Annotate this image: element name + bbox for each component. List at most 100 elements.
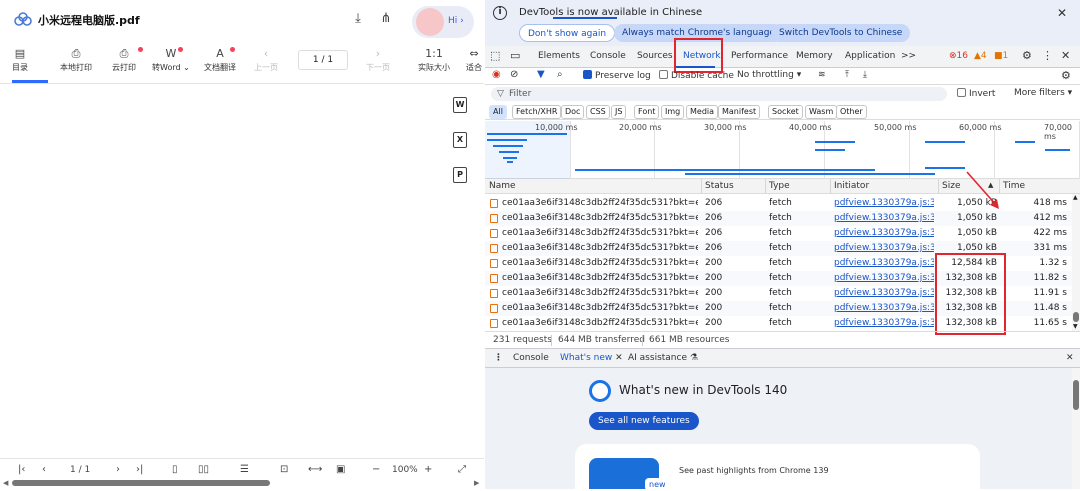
more-tabs-icon[interactable]: >> bbox=[901, 51, 916, 61]
scroll-left-icon[interactable]: ◀ bbox=[3, 479, 8, 487]
tab-sources[interactable]: Sources bbox=[637, 51, 673, 61]
record-icon[interactable]: ◉ bbox=[492, 69, 501, 80]
drawer-tab-whats-new[interactable]: What's new ✕ bbox=[560, 353, 623, 363]
tool-actual-size[interactable]: 1:1 实际大小 bbox=[418, 46, 450, 80]
cell-initiator[interactable]: pdfview.1330379a.js:38 bbox=[834, 228, 934, 238]
tool-prev-page[interactable]: ‹ 上一页 bbox=[254, 46, 278, 80]
tool-cloud-print[interactable]: ⎙ 云打印 bbox=[112, 46, 143, 80]
error-count-badge[interactable]: ⊗16 bbox=[949, 51, 968, 61]
network-conditions-icon[interactable]: ≋ bbox=[818, 70, 826, 80]
type-filter-img[interactable]: Img bbox=[661, 105, 685, 119]
cell-initiator[interactable]: pdfview.1330379a.js:38 bbox=[834, 288, 934, 298]
network-settings-gear-icon[interactable]: ⚙ bbox=[1061, 69, 1071, 82]
invert-checkbox[interactable]: Invert bbox=[957, 88, 995, 99]
column-size[interactable]: Size ▲ bbox=[942, 181, 993, 191]
type-filter-doc[interactable]: Doc bbox=[561, 105, 585, 119]
horizontal-scrollbar[interactable] bbox=[12, 480, 270, 486]
tool-toc[interactable]: ▤ 目录 bbox=[12, 46, 28, 80]
drawer-tab-console[interactable]: Console bbox=[513, 353, 549, 363]
type-filter-js[interactable]: JS bbox=[611, 105, 627, 119]
tool-to-word[interactable]: W 转Word ⌄ bbox=[152, 46, 190, 80]
preserve-log-checkbox[interactable]: Preserve log bbox=[583, 70, 651, 81]
single-page-icon[interactable]: ▯ bbox=[172, 464, 178, 475]
clear-icon[interactable]: ⊘ bbox=[510, 69, 518, 80]
page-input[interactable]: 1 / 1 bbox=[298, 50, 348, 70]
drawer-menu-icon[interactable]: ⋮ bbox=[494, 353, 503, 363]
to-excel-side-icon[interactable]: X bbox=[453, 132, 467, 148]
tab-performance[interactable]: Performance bbox=[731, 51, 788, 61]
next-page-icon[interactable]: › bbox=[116, 464, 120, 475]
actual-size-icon[interactable]: ⊡ bbox=[280, 464, 288, 475]
search-icon[interactable]: ⌕ bbox=[557, 69, 563, 80]
see-all-features-button[interactable]: See all new features bbox=[589, 412, 699, 430]
filter-funnel-icon[interactable]: ▼ bbox=[537, 69, 545, 80]
cell-initiator[interactable]: pdfview.1330379a.js:38 bbox=[834, 258, 934, 268]
type-filter-fetchxhr[interactable]: Fetch/XHR bbox=[512, 105, 562, 119]
drawer-scrollbar[interactable] bbox=[1072, 368, 1080, 489]
column-initiator[interactable]: Initiator bbox=[834, 181, 869, 191]
zoom-in-icon[interactable]: + bbox=[424, 464, 432, 475]
zoom-out-icon[interactable]: − bbox=[372, 464, 380, 475]
scroll-thumb[interactable] bbox=[1073, 312, 1079, 322]
type-filter-other[interactable]: Other bbox=[836, 105, 867, 119]
tool-fit[interactable]: ⇔ 适合 bbox=[466, 46, 482, 80]
filter-input[interactable]: ▽ Filter bbox=[491, 87, 947, 101]
type-filter-media[interactable]: Media bbox=[686, 105, 719, 119]
customize-menu-icon[interactable]: ⋮ bbox=[1042, 49, 1053, 62]
tab-memory[interactable]: Memory bbox=[796, 51, 833, 61]
more-filters-dropdown[interactable]: More filters ▾ bbox=[1014, 88, 1072, 98]
fullscreen-icon[interactable]: ⤢ bbox=[458, 464, 466, 475]
highlights-card[interactable]: new See past highlights from Chrome 139 bbox=[575, 444, 980, 491]
export-har-icon[interactable]: ⤓ bbox=[863, 70, 867, 80]
dont-show-again-button[interactable]: Don't show again bbox=[519, 24, 616, 42]
tab-console[interactable]: Console bbox=[590, 51, 626, 61]
close-tab-icon[interactable]: ✕ bbox=[615, 353, 623, 363]
scroll-right-icon[interactable]: ▶ bbox=[474, 479, 479, 487]
download-icon[interactable]: ⤓ bbox=[350, 11, 366, 27]
column-name[interactable]: Name bbox=[489, 181, 516, 191]
tool-translate[interactable]: A 文档翻译 bbox=[204, 46, 236, 80]
cell-initiator[interactable]: pdfview.1330379a.js:38 bbox=[834, 318, 934, 328]
import-har-icon[interactable]: ⤒ bbox=[845, 70, 849, 80]
drawer-scroll-thumb[interactable] bbox=[1073, 380, 1079, 410]
column-status[interactable]: Status bbox=[705, 181, 734, 191]
cell-initiator[interactable]: pdfview.1330379a.js:38 bbox=[834, 303, 934, 313]
switch-chinese-button[interactable]: Switch DevTools to Chinese bbox=[771, 24, 911, 42]
tool-print-local[interactable]: ⎙ 本地打印 bbox=[60, 46, 92, 80]
to-word-side-icon[interactable]: W bbox=[453, 97, 467, 113]
assistant-button[interactable]: Hi › bbox=[412, 6, 474, 38]
share-icon[interactable]: ⋔ bbox=[378, 11, 394, 27]
type-filter-socket[interactable]: Socket bbox=[768, 105, 803, 119]
fit-width-icon[interactable]: ⟷ bbox=[308, 464, 322, 475]
pdf-page[interactable] bbox=[0, 84, 484, 458]
inspect-element-icon[interactable]: ⬚ bbox=[490, 49, 500, 62]
first-page-icon[interactable]: |‹ bbox=[18, 464, 25, 475]
table-row[interactable]: ce01aa3e6if3148c3db2ff24f35dc531?bkt=en-… bbox=[485, 226, 1072, 241]
info-count-badge[interactable]: ■1 bbox=[994, 51, 1008, 61]
type-filter-wasm[interactable]: Wasm bbox=[805, 105, 838, 119]
double-page-icon[interactable]: ▯▯ bbox=[198, 464, 209, 475]
close-drawer-icon[interactable]: ✕ bbox=[1066, 353, 1074, 363]
cell-initiator[interactable]: pdfview.1330379a.js:38 bbox=[834, 213, 934, 223]
last-page-icon[interactable]: ›| bbox=[136, 464, 143, 475]
tab-elements[interactable]: Elements bbox=[538, 51, 580, 61]
tab-application[interactable]: Application bbox=[845, 51, 895, 61]
cell-initiator[interactable]: pdfview.1330379a.js:38 bbox=[834, 273, 934, 283]
to-ppt-side-icon[interactable]: P bbox=[453, 167, 467, 183]
cell-initiator[interactable]: pdfview.1330379a.js:38 bbox=[834, 243, 934, 253]
disable-cache-checkbox[interactable]: Disable cache bbox=[659, 70, 734, 81]
scroll-down-icon[interactable]: ▼ bbox=[1073, 323, 1078, 330]
fit-page-icon[interactable]: ▣ bbox=[336, 464, 345, 475]
prev-page-icon[interactable]: ‹ bbox=[42, 464, 46, 475]
scroll-mode-icon[interactable]: ☰ bbox=[240, 464, 249, 475]
drawer-tab-ai-assistance[interactable]: AI assistance ⚗ bbox=[628, 353, 698, 363]
cell-initiator[interactable]: pdfview.1330379a.js:38 bbox=[834, 198, 934, 208]
tool-next-page[interactable]: › 下一页 bbox=[366, 46, 390, 80]
device-toolbar-icon[interactable]: ▭ bbox=[510, 49, 520, 62]
type-filter-css[interactable]: CSS bbox=[586, 105, 610, 119]
table-row[interactable]: ce01aa3e6if3148c3db2ff24f35dc531?bkt=en-… bbox=[485, 211, 1072, 226]
type-filter-manifest[interactable]: Manifest bbox=[718, 105, 761, 119]
type-filter-font[interactable]: Font bbox=[634, 105, 660, 119]
column-time[interactable]: Time bbox=[1003, 181, 1025, 191]
table-scrollbar[interactable]: ▲ ▼ bbox=[1072, 194, 1080, 331]
